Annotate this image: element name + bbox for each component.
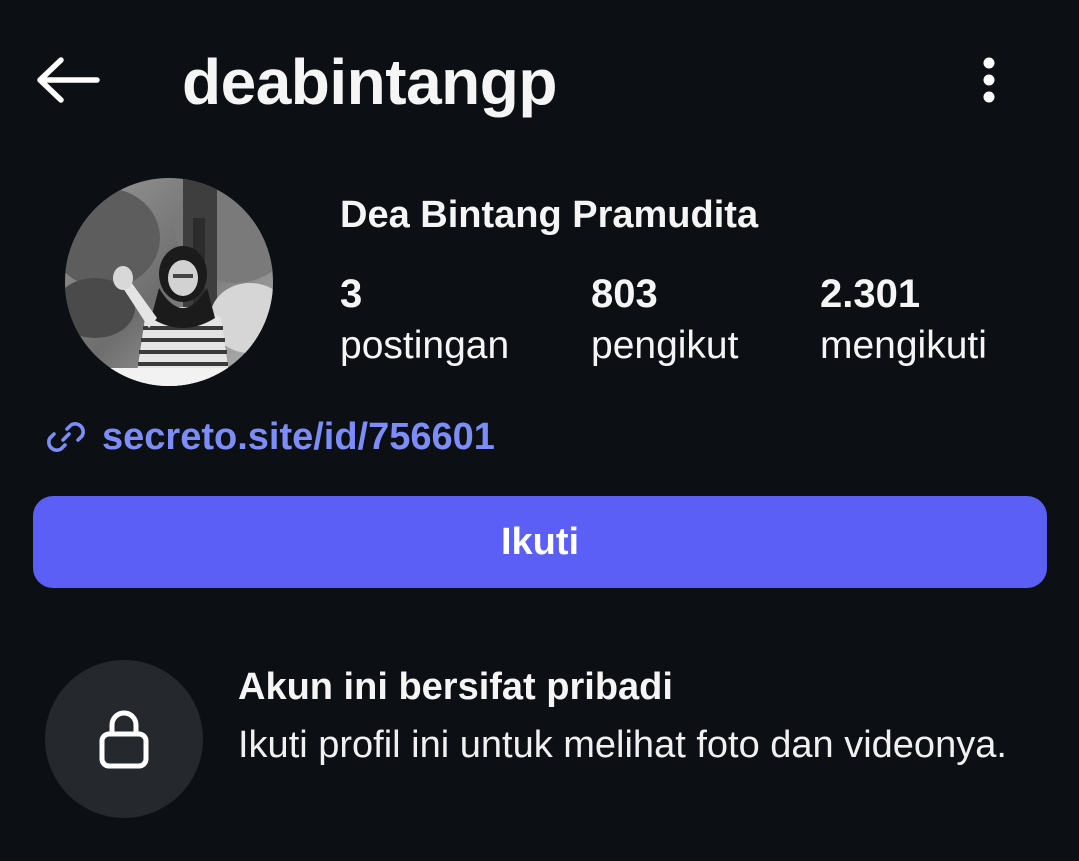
- following-stat[interactable]: 2.301 mengikuti: [820, 270, 987, 374]
- arrow-left-icon: [37, 57, 100, 103]
- posts-label: postingan: [340, 324, 510, 367]
- avatar-photo: [65, 178, 273, 386]
- more-options-button[interactable]: [962, 50, 1016, 110]
- profile-full-name: Dea Bintang Pramudita: [340, 194, 759, 236]
- profile-screen: deabintangp Dea Bintang Pramudita 3 post…: [0, 0, 1079, 861]
- posts-count: 3: [340, 272, 363, 316]
- followers-label: pengikut: [591, 324, 739, 367]
- followers-stat[interactable]: 803 pengikut: [591, 270, 738, 374]
- back-button[interactable]: [30, 50, 106, 110]
- private-account-description: Ikuti profil ini untuk melihat foto dan …: [238, 724, 1007, 766]
- following-count: 2.301: [820, 272, 921, 316]
- private-lock-badge: [45, 660, 203, 818]
- more-vertical-icon: [983, 57, 995, 103]
- profile-link-text: secreto.site/id/756601: [102, 415, 495, 458]
- profile-username: deabintangp: [182, 46, 557, 118]
- private-account-title: Akun ini bersifat pribadi: [238, 666, 673, 708]
- profile-avatar[interactable]: [65, 178, 273, 386]
- following-label: mengikuti: [820, 324, 987, 367]
- link-icon: [46, 416, 88, 458]
- followers-count: 803: [591, 272, 658, 316]
- posts-stat[interactable]: 3 postingan: [340, 270, 509, 374]
- lock-icon: [99, 710, 149, 769]
- follow-button[interactable]: Ikuti: [33, 496, 1047, 588]
- profile-link[interactable]: secreto.site/id/756601: [46, 410, 495, 464]
